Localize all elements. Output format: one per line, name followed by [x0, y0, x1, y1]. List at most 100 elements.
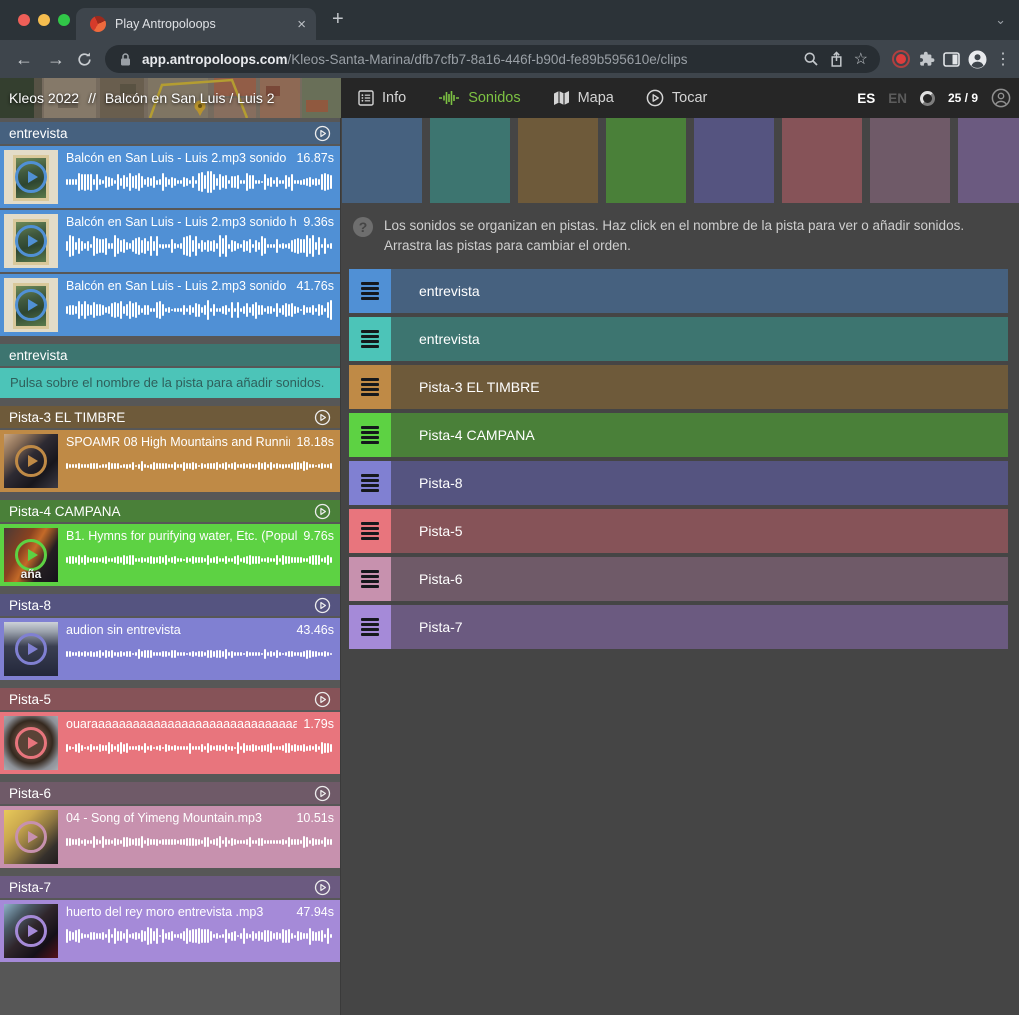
- track-header[interactable]: Pista-6: [0, 782, 340, 804]
- track-swatch[interactable]: [958, 118, 1019, 203]
- zoom-window-button[interactable]: [58, 14, 70, 26]
- address-bar[interactable]: app.antropoloops.com/Kleos-Santa-Marina/…: [105, 45, 880, 73]
- url-text[interactable]: app.antropoloops.com/Kleos-Santa-Marina/…: [142, 52, 793, 67]
- drag-handle[interactable]: [349, 605, 391, 649]
- play-track-button[interactable]: [314, 125, 331, 142]
- play-track-button[interactable]: [314, 785, 331, 802]
- account-icon[interactable]: [991, 88, 1011, 108]
- track-row[interactable]: Pista-6: [349, 557, 1008, 601]
- profile-avatar[interactable]: [968, 50, 987, 69]
- track-header[interactable]: Pista-8: [0, 594, 340, 616]
- play-circle-icon: [646, 89, 664, 107]
- empty-track-hint: Pulsa sobre el nombre de la pista para a…: [0, 368, 340, 398]
- breadcrumb-project[interactable]: Kleos 2022: [9, 90, 79, 106]
- clip-title: audion sin entrevista: [66, 623, 290, 637]
- audio-clip[interactable]: Balcón en San Luis - Luis 2.mp3 sonido h…: [0, 210, 340, 272]
- track-swatch[interactable]: [342, 118, 422, 203]
- track-header[interactable]: entrevista: [0, 122, 340, 144]
- track-row[interactable]: Pista-3 EL TIMBRE: [349, 365, 1008, 409]
- tab-tocar[interactable]: Tocar: [646, 89, 707, 107]
- track-row[interactable]: Pista-5: [349, 509, 1008, 553]
- track-header[interactable]: Pista-4 CAMPANA: [0, 500, 340, 522]
- browser-tab[interactable]: Play Antropoloops ×: [76, 8, 316, 40]
- load-counter: 25 / 9: [948, 91, 978, 105]
- drag-handle[interactable]: [349, 413, 391, 457]
- tab-search-chevron-icon[interactable]: ⌄: [995, 12, 1006, 28]
- reload-button[interactable]: [76, 51, 93, 68]
- new-tab-button[interactable]: +: [332, 8, 344, 31]
- share-icon[interactable]: [829, 51, 844, 68]
- drag-handle-icon: [361, 522, 379, 540]
- window-controls[interactable]: [18, 14, 70, 26]
- audio-clip[interactable]: aña B1. Hymns for purifying water, Etc. …: [0, 524, 340, 586]
- drag-handle[interactable]: [349, 557, 391, 601]
- tab-mapa[interactable]: Mapa: [553, 90, 614, 106]
- play-track-button[interactable]: [314, 879, 331, 896]
- lang-es-button[interactable]: ES: [857, 91, 875, 106]
- track-row[interactable]: Pista-7: [349, 605, 1008, 649]
- track-swatch[interactable]: [606, 118, 686, 203]
- drag-handle-icon: [361, 618, 379, 636]
- play-track-button[interactable]: [314, 597, 331, 614]
- audio-clip[interactable]: 04 - Song of Yimeng Mountain.mp310.51s: [0, 806, 340, 868]
- lock-icon[interactable]: [119, 52, 132, 67]
- track-row-name[interactable]: Pista-8: [391, 461, 1008, 505]
- drag-handle-icon: [361, 426, 379, 444]
- bookmark-star-icon[interactable]: ☆: [854, 49, 868, 69]
- track-row-name[interactable]: Pista-7: [391, 605, 1008, 649]
- browser-menu-kebab-icon[interactable]: ⋮: [995, 49, 1007, 69]
- play-track-button[interactable]: [314, 409, 331, 426]
- track-row-name[interactable]: entrevista: [391, 317, 1008, 361]
- recording-extension-icon[interactable]: [896, 54, 906, 64]
- close-window-button[interactable]: [18, 14, 30, 26]
- play-track-button[interactable]: [314, 503, 331, 520]
- tab-sonidos[interactable]: Sonidos: [438, 90, 520, 106]
- track-row-name[interactable]: Pista-6: [391, 557, 1008, 601]
- drag-handle[interactable]: [349, 509, 391, 553]
- track-swatch[interactable]: [694, 118, 774, 203]
- clip-title: SPOAMR 08 High Mountains and Running ...: [66, 435, 290, 449]
- track-row-name[interactable]: entrevista: [391, 269, 1008, 313]
- audio-clip[interactable]: audion sin entrevista43.46s: [0, 618, 340, 680]
- track-row-name[interactable]: Pista-4 CAMPANA: [391, 413, 1008, 457]
- track-header[interactable]: entrevista: [0, 344, 340, 366]
- drag-handle[interactable]: [349, 269, 391, 313]
- audio-clip[interactable]: Balcón en San Luis - Luis 2.mp3 sonido h…: [0, 274, 340, 336]
- minimize-window-button[interactable]: [38, 14, 50, 26]
- drag-handle[interactable]: [349, 461, 391, 505]
- header-right-cluster: ES EN 25 / 9: [857, 78, 1011, 118]
- waveform: [66, 169, 334, 195]
- track-row-name[interactable]: Pista-5: [391, 509, 1008, 553]
- drag-handle[interactable]: [349, 365, 391, 409]
- track-swatch[interactable]: [518, 118, 598, 203]
- audio-clip[interactable]: ouaraaaaaaaaaaaaaaaaaaaaaaaaaaaaaaaaaaaa…: [0, 712, 340, 774]
- drag-handle[interactable]: [349, 317, 391, 361]
- side-panel-icon[interactable]: [943, 52, 960, 67]
- audio-clip[interactable]: huerto del rey moro entrevista .mp347.94…: [0, 900, 340, 962]
- zoom-page-icon[interactable]: [803, 51, 819, 67]
- track-swatch[interactable]: [782, 118, 862, 203]
- track-row[interactable]: entrevista: [349, 317, 1008, 361]
- drag-handle-icon: [361, 474, 379, 492]
- extensions-puzzle-icon[interactable]: [918, 51, 935, 68]
- track-header[interactable]: Pista-7: [0, 876, 340, 898]
- tab-close-icon[interactable]: ×: [297, 17, 306, 32]
- clip-thumbnail: [4, 716, 58, 770]
- drag-handle-icon: [361, 330, 379, 348]
- audio-clip[interactable]: Balcón en San Luis - Luis 2.mp3 sonido h…: [0, 146, 340, 208]
- play-track-button[interactable]: [314, 691, 331, 708]
- track-header[interactable]: Pista-5: [0, 688, 340, 710]
- back-button[interactable]: ←: [12, 49, 36, 70]
- audio-clip[interactable]: SPOAMR 08 High Mountains and Running ...…: [0, 430, 340, 492]
- track-row[interactable]: Pista-8: [349, 461, 1008, 505]
- track-row-name[interactable]: Pista-3 EL TIMBRE: [391, 365, 1008, 409]
- lang-en-button[interactable]: EN: [888, 91, 907, 106]
- tab-info[interactable]: Info: [358, 90, 406, 106]
- track-swatch[interactable]: [430, 118, 510, 203]
- track-row[interactable]: Pista-4 CAMPANA: [349, 413, 1008, 457]
- track-row[interactable]: entrevista: [349, 269, 1008, 313]
- track-header[interactable]: Pista-3 EL TIMBRE: [0, 406, 340, 428]
- clip-thumbnail: [4, 214, 58, 268]
- track-swatch[interactable]: [870, 118, 950, 203]
- forward-button[interactable]: →: [44, 49, 68, 70]
